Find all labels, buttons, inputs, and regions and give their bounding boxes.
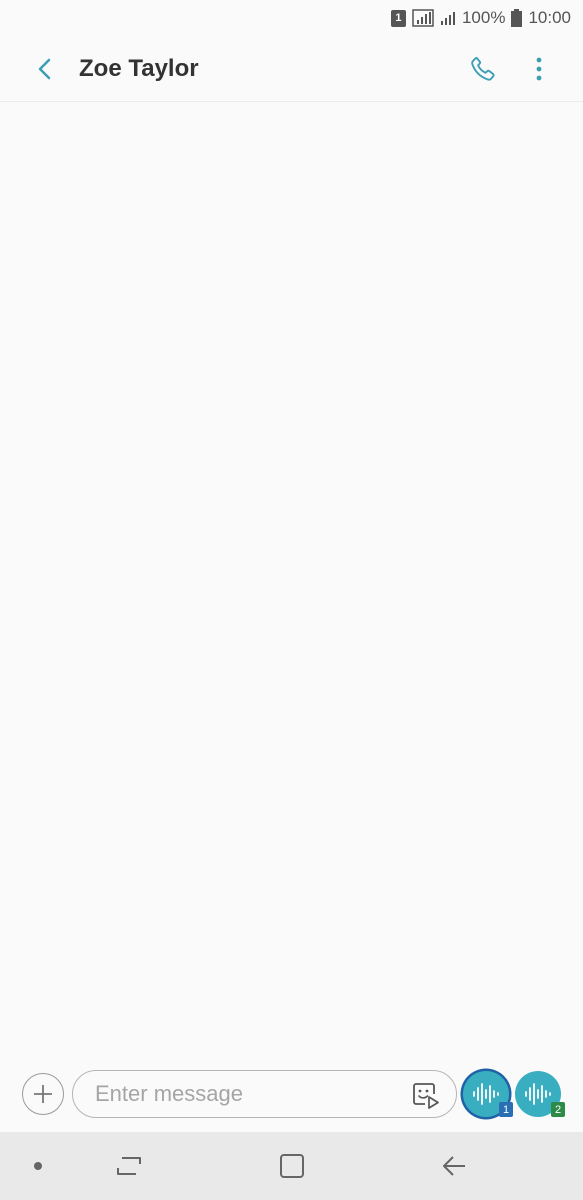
recents-button[interactable] xyxy=(113,1150,145,1182)
message-field xyxy=(72,1070,457,1118)
battery-percent: 100% xyxy=(461,8,506,27)
more-options-button[interactable] xyxy=(523,53,555,85)
voice-wave-icon xyxy=(525,1083,551,1105)
call-button[interactable] xyxy=(467,53,499,85)
plus-icon xyxy=(34,1085,52,1103)
more-vert-icon xyxy=(536,57,542,80)
voice-wave-icon xyxy=(473,1083,499,1105)
navigation-bar xyxy=(0,1132,583,1200)
nav-dot-button[interactable] xyxy=(22,1150,54,1182)
sim-label: 1 xyxy=(395,12,402,24)
dot-icon xyxy=(34,1162,42,1170)
back-arrow-icon xyxy=(38,58,51,79)
status-bar: 1 100% 10:00 xyxy=(0,0,583,36)
send-sim2-button[interactable]: 2 xyxy=(515,1071,565,1117)
recents-icon xyxy=(117,1157,141,1175)
back-nav-icon xyxy=(443,1156,465,1176)
sticker-button[interactable] xyxy=(410,1080,440,1110)
conversation-header: Zoe Taylor xyxy=(0,36,583,102)
message-composer: 1 2 xyxy=(0,1064,583,1126)
message-input[interactable] xyxy=(93,1080,397,1108)
sim1-badge: 1 xyxy=(499,1102,513,1117)
phone-icon xyxy=(471,56,495,81)
back-button[interactable] xyxy=(25,49,65,89)
battery-icon xyxy=(511,9,523,27)
sticker-icon xyxy=(413,1083,439,1109)
home-icon xyxy=(280,1154,304,1178)
home-button[interactable] xyxy=(276,1150,308,1182)
sim2-badge: 2 xyxy=(551,1102,565,1117)
sim-card-icon: 1 xyxy=(390,9,406,27)
signal-sim2-icon xyxy=(440,12,455,25)
message-list[interactable] xyxy=(0,102,583,1060)
send-sim1-button[interactable]: 1 xyxy=(463,1071,513,1117)
messages-screen: 1 100% 10:00 Zoe Taylor Enter message 1 … xyxy=(0,0,583,1200)
signal-sim1-icon xyxy=(412,9,434,27)
header-actions xyxy=(467,53,583,85)
nav-back-button[interactable] xyxy=(438,1150,470,1182)
contact-name: Zoe Taylor xyxy=(79,54,199,82)
add-attachment-button[interactable] xyxy=(22,1073,64,1115)
clock: 10:00 xyxy=(528,8,571,27)
